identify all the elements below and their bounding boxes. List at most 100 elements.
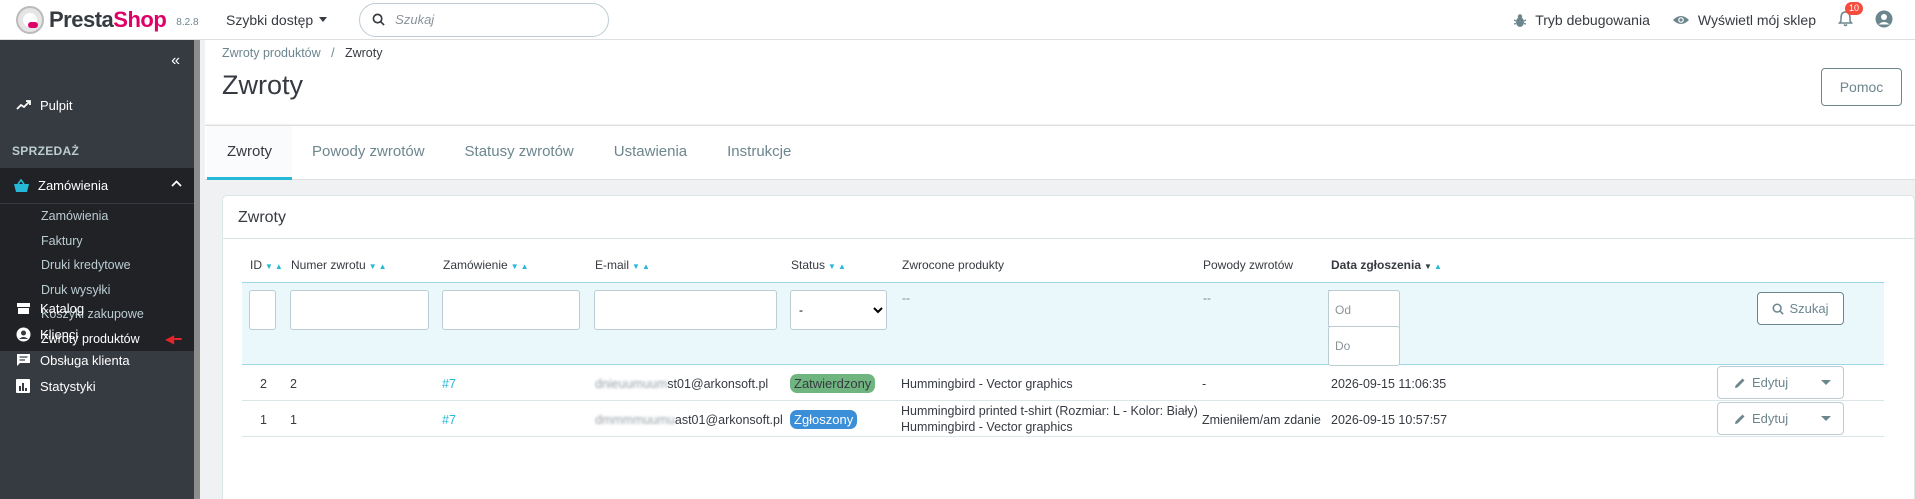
filter-row: - -- -- Szukaj bbox=[242, 282, 1884, 366]
row-order-link[interactable]: #7 bbox=[442, 377, 456, 391]
date-from-input[interactable] bbox=[1328, 290, 1400, 330]
quick-access-label: Szybki dostęp bbox=[226, 11, 314, 28]
sidebar: « Pulpit SPRZEDAŻ Zamówienia Zamówienia … bbox=[0, 40, 200, 499]
breadcrumb-parent-link[interactable]: Zwroty produktów bbox=[222, 46, 321, 60]
sidebar-item-label: Katalog bbox=[40, 300, 85, 316]
date-to-input[interactable] bbox=[1328, 326, 1400, 366]
tab-return-statuses[interactable]: Statusy zwrotów bbox=[445, 126, 594, 180]
sort-icon[interactable]: ▼ ▲ bbox=[828, 262, 846, 271]
column-header-id[interactable]: ID ▼ ▲ bbox=[250, 258, 283, 272]
header-search[interactable] bbox=[359, 2, 610, 37]
edit-dropdown-toggle[interactable] bbox=[1809, 416, 1843, 421]
pencil-icon bbox=[1735, 378, 1745, 388]
filter-status-select[interactable]: - bbox=[790, 290, 887, 330]
submenu-item-credit-slips[interactable]: Druki kredytowe bbox=[0, 253, 194, 278]
version-label: 8.2.8 bbox=[176, 17, 199, 28]
column-header-returned-products: Zwrocone produkty bbox=[902, 258, 1005, 272]
view-shop-label: Wyświetl mój sklep bbox=[1697, 12, 1816, 28]
tab-return-reasons[interactable]: Powody zwrotów bbox=[292, 126, 445, 180]
notifications-button[interactable]: 10 bbox=[1838, 1, 1864, 30]
logo[interactable]: PrestaShop 8.2.8 bbox=[0, 5, 210, 34]
store-icon bbox=[14, 302, 32, 315]
breadcrumb-separator: / bbox=[331, 46, 335, 60]
table-row[interactable]: 1 1 #7 dmmmmuumuast01@arkonsoft.pl Zgłos… bbox=[242, 401, 1884, 437]
sidebar-scrollbar[interactable] bbox=[194, 40, 200, 499]
user-account-button[interactable] bbox=[1875, 10, 1893, 31]
filter-search-button[interactable]: Szukaj bbox=[1757, 292, 1844, 325]
edit-button[interactable]: Edytuj bbox=[1718, 411, 1809, 426]
filter-order-input[interactable] bbox=[442, 290, 580, 330]
email-redacted: dmmmmuumu bbox=[595, 413, 675, 427]
view-shop-link[interactable]: Wyświetl mój sklep bbox=[1672, 12, 1816, 28]
debug-mode-link[interactable]: Tryb debugowania bbox=[1513, 12, 1650, 28]
submenu-item-invoices[interactable]: Faktury bbox=[0, 229, 194, 254]
sort-icon[interactable]: ▼ ▲ bbox=[1424, 262, 1442, 271]
caret-down-icon bbox=[319, 17, 328, 22]
breadcrumb-current: Zwroty bbox=[344, 46, 383, 60]
sort-icon[interactable]: ▼ ▲ bbox=[369, 262, 387, 271]
status-badge: Zatwierdzony bbox=[790, 374, 876, 393]
row-email: dnieuumuumst01@arkonsoft.pl bbox=[595, 377, 768, 391]
notifications-count-badge: 10 bbox=[1845, 1, 1864, 15]
edit-button-label: Edytuj bbox=[1752, 411, 1789, 426]
search-button-label: Szukaj bbox=[1789, 301, 1829, 316]
email-visible: st01@arkonsoft.pl bbox=[667, 377, 769, 391]
row-edit-button-group: Edytuj bbox=[1717, 366, 1844, 399]
status-badge: Zgłoszony bbox=[790, 410, 858, 429]
filter-email-input[interactable] bbox=[594, 290, 777, 330]
user-avatar-icon bbox=[1875, 10, 1893, 27]
row-email: dmmmmuumuast01@arkonsoft.pl bbox=[595, 413, 783, 427]
account-circle-icon bbox=[14, 327, 32, 342]
pencil-icon bbox=[1735, 414, 1745, 424]
shopping-basket-icon bbox=[12, 178, 30, 193]
column-header-status[interactable]: Status ▼ ▲ bbox=[791, 258, 846, 272]
collapse-sidebar-icon[interactable]: « bbox=[171, 52, 180, 70]
column-header-order[interactable]: Zamówienie ▼ ▲ bbox=[443, 258, 529, 272]
caret-down-icon bbox=[1821, 416, 1832, 421]
column-header-email[interactable]: E-mail ▼ ▲ bbox=[595, 258, 650, 272]
chat-icon bbox=[14, 353, 32, 367]
email-visible: ast01@arkonsoft.pl bbox=[674, 413, 783, 427]
sort-icon[interactable]: ▼ ▲ bbox=[632, 262, 650, 271]
bar-chart-icon bbox=[14, 379, 32, 393]
filter-id-input[interactable] bbox=[249, 290, 276, 330]
edit-dropdown-toggle[interactable] bbox=[1809, 380, 1843, 385]
page-title: Zwroty bbox=[222, 70, 303, 100]
row-status: Zatwierdzony bbox=[790, 374, 876, 393]
sidebar-item-label: Statystyki bbox=[40, 378, 96, 394]
sidebar-item-label: Pulpit bbox=[40, 97, 73, 113]
filter-return-number-input[interactable] bbox=[290, 290, 429, 330]
column-header-date[interactable]: Data zgłoszenia ▼ ▲ bbox=[1331, 258, 1442, 272]
search-input[interactable] bbox=[395, 12, 586, 27]
trending-up-icon bbox=[14, 100, 32, 110]
tab-instructions[interactable]: Instrukcje bbox=[707, 126, 811, 180]
row-status: Zgłoszony bbox=[790, 410, 858, 429]
page-header: Zwroty produktów / Zwroty Zwroty Pomoc bbox=[205, 40, 1915, 124]
returns-panel: Zwroty ID ▼ ▲ Numer zwrotu ▼ ▲ Zamówienie ▼ ▲ … bbox=[222, 195, 1915, 499]
prestashop-logo-icon bbox=[16, 5, 44, 34]
filter-date-to bbox=[1328, 326, 1448, 366]
row-order-link[interactable]: #7 bbox=[442, 413, 456, 427]
sidebar-section-sales: SPRZEDAŻ bbox=[12, 144, 80, 158]
tab-settings[interactable]: Ustawienia bbox=[594, 126, 707, 180]
filter-date-from bbox=[1328, 290, 1448, 330]
quick-access-dropdown[interactable]: Szybki dostęp bbox=[226, 11, 328, 28]
table-row[interactable]: 2 2 #7 dnieuumuumst01@arkonsoft.pl Zatwi… bbox=[242, 365, 1884, 401]
submenu-item-orders[interactable]: Zamówienia bbox=[0, 204, 194, 229]
sidebar-item-orders[interactable]: Zamówienia bbox=[0, 168, 194, 203]
edit-button[interactable]: Edytuj bbox=[1718, 375, 1809, 390]
sidebar-item-dashboard[interactable]: Pulpit bbox=[0, 88, 190, 122]
sort-icon[interactable]: ▼ ▲ bbox=[265, 262, 283, 271]
sort-icon[interactable]: ▼ ▲ bbox=[511, 262, 529, 271]
row-return-number: 1 bbox=[290, 413, 297, 427]
sidebar-item-label: Zamówienia bbox=[38, 178, 109, 193]
chevron-up-icon bbox=[171, 180, 182, 187]
filter-reasons-placeholder: -- bbox=[1203, 291, 1211, 305]
row-date: 2026-09-15 10:57:57 bbox=[1331, 413, 1448, 427]
sidebar-item-stats[interactable]: Statystyki bbox=[0, 370, 194, 402]
tab-returns[interactable]: Zwroty bbox=[207, 126, 292, 180]
row-returned-product: Hummingbird - Vector graphics bbox=[901, 420, 1073, 434]
help-button[interactable]: Pomoc bbox=[1821, 68, 1902, 106]
column-header-return-number[interactable]: Numer zwrotu ▼ ▲ bbox=[291, 258, 387, 272]
email-redacted: dnieuumuum bbox=[595, 377, 668, 391]
